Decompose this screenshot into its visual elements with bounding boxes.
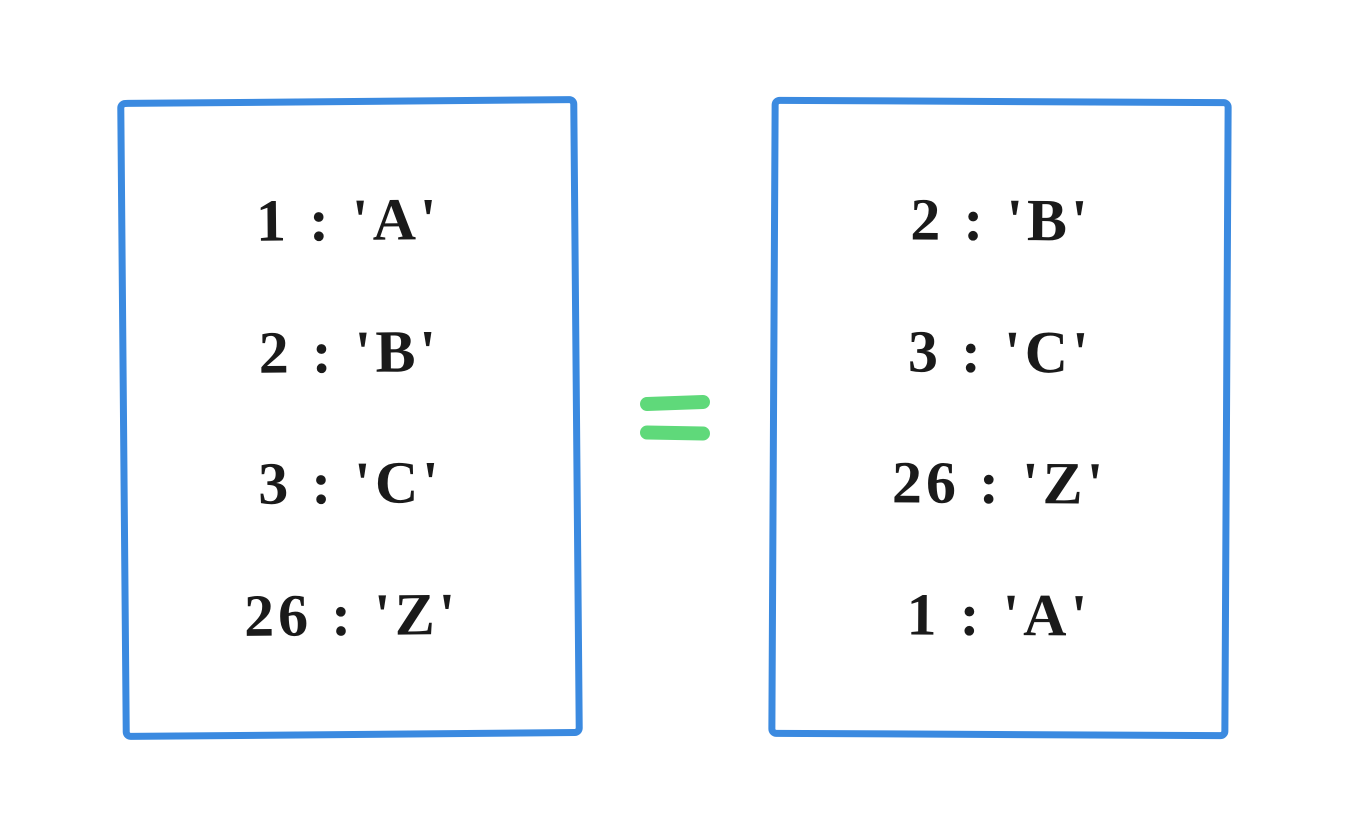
equals-bar-bottom bbox=[640, 425, 710, 440]
left-row-1: 2 : 'B' bbox=[156, 316, 543, 388]
right-row-2: 26 : 'Z' bbox=[806, 448, 1192, 519]
left-row-3: 26 : 'Z' bbox=[158, 579, 545, 651]
right-dictionary-box: 2 : 'B' 3 : 'C' 26 : 'Z' 1 : 'A' bbox=[768, 97, 1231, 739]
right-row-0: 2 : 'B' bbox=[808, 185, 1194, 256]
equals-bar-top bbox=[640, 395, 710, 411]
left-row-0: 1 : 'A' bbox=[155, 185, 542, 257]
right-row-3: 1 : 'A' bbox=[806, 580, 1192, 651]
right-row-1: 3 : 'C' bbox=[807, 317, 1193, 388]
equals-icon bbox=[640, 396, 710, 440]
left-row-2: 3 : 'C' bbox=[157, 448, 544, 520]
left-dictionary-box: 1 : 'A' 2 : 'B' 3 : 'C' 26 : 'Z' bbox=[117, 96, 583, 740]
